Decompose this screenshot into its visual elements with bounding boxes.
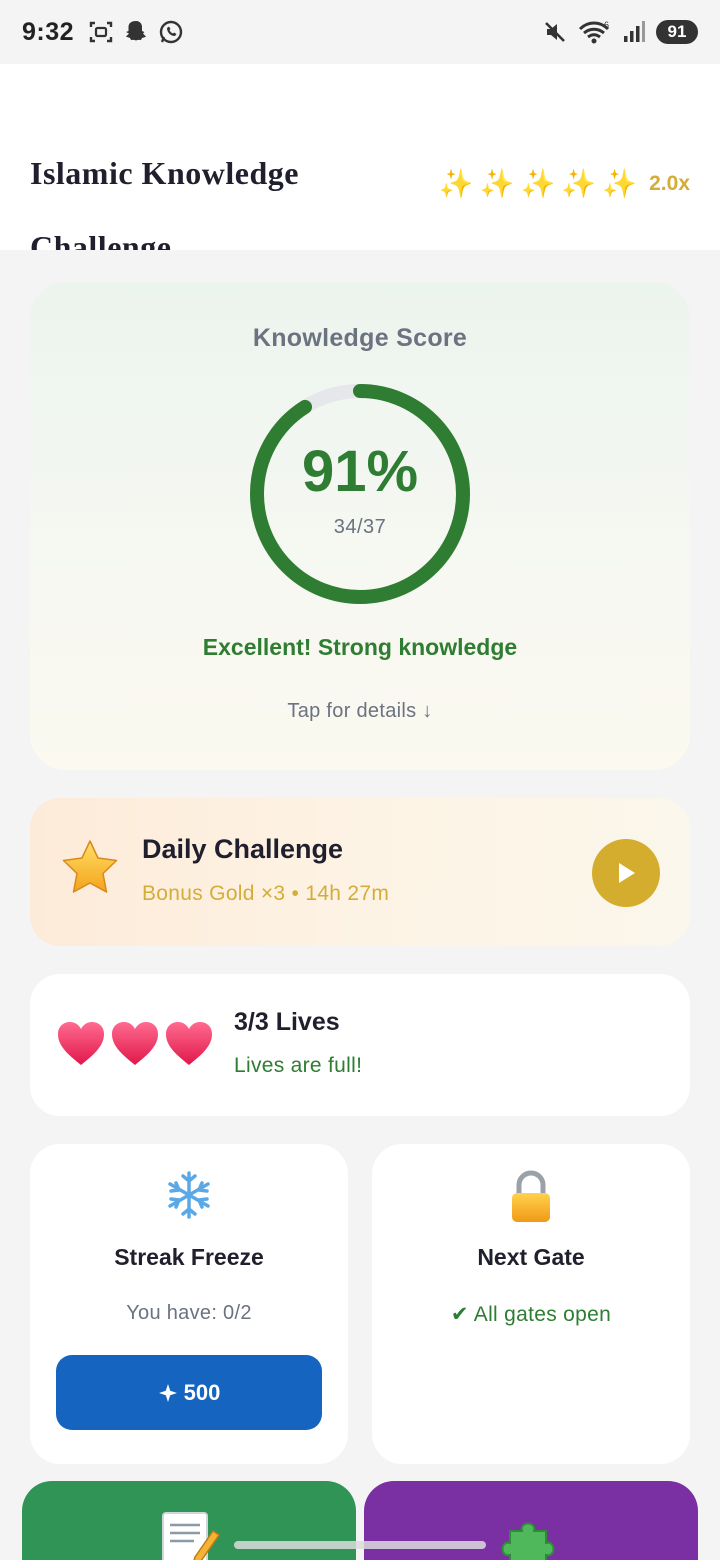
puzzle-icon: [501, 1522, 555, 1560]
multiplier-label: 2.0x: [649, 172, 690, 195]
daily-challenge-card[interactable]: Daily Challenge Bonus Gold ×3 • 14h 27m: [30, 798, 690, 946]
status-time: 9:32: [22, 17, 75, 46]
memo-icon: [162, 1512, 221, 1560]
play-icon: [619, 863, 635, 883]
buy-price: 500: [183, 1379, 221, 1405]
sparkle-star-icon: [158, 1383, 177, 1402]
sparkle-icon: ✨: [438, 168, 474, 199]
status-bar: 9:32 6 91: [0, 0, 720, 64]
wifi-icon: 6: [578, 20, 610, 44]
battery-indicator: 91: [656, 20, 698, 44]
sparkle-icon: ✨: [602, 168, 638, 199]
heart-icon: [112, 1022, 158, 1065]
hearts-row: [56, 1020, 214, 1068]
lives-status: Lives are full!: [234, 1054, 363, 1077]
score-percent: 91%: [301, 439, 419, 504]
snapchat-icon: [126, 21, 147, 41]
streak-freeze-card: Streak Freeze You have: 0/2 500: [30, 1144, 348, 1464]
streak-freeze-title: Streak Freeze: [114, 1244, 264, 1270]
snowflake-icon: [168, 1171, 210, 1219]
sparkle-icon: ✨: [520, 168, 556, 199]
daily-challenge-subtitle: Bonus Gold ×3 • 14h 27m: [142, 882, 390, 905]
streak-freeze-count: You have: 0/2: [126, 1302, 252, 1324]
page-title: Islamic Knowledge Challenge: [30, 155, 299, 250]
lives-count: 3/3 Lives: [234, 1008, 340, 1036]
whatsapp-icon: [159, 20, 183, 44]
lives-card: 3/3 Lives Lives are full!: [30, 974, 690, 1116]
xp-multiplier: ✨ ✨ ✨ ✨ ✨ 2.0x: [439, 170, 690, 198]
next-gate-title: Next Gate: [477, 1244, 585, 1270]
star-icon: [62, 840, 118, 893]
sparkle-icon: ✨: [479, 168, 515, 199]
lock-icon: [512, 1170, 550, 1222]
mute-icon: [545, 22, 565, 42]
network-label: 6: [604, 20, 609, 30]
next-gate-card: Next Gate ✔ All gates open: [372, 1144, 690, 1464]
knowledge-score-card[interactable]: Knowledge Score 91% 34/37 Excellent! Str…: [30, 282, 690, 770]
score-fraction: 34/37: [333, 516, 387, 538]
heart-icon: [166, 1022, 212, 1065]
heart-icon: [58, 1022, 104, 1065]
buy-streak-freeze-button[interactable]: 500: [56, 1355, 322, 1430]
score-message: Excellent! Strong knowledge: [202, 634, 518, 660]
score-heading: Knowledge Score: [252, 324, 468, 352]
signal-icon: [624, 21, 645, 42]
daily-challenge-title: Daily Challenge: [142, 834, 344, 864]
play-button[interactable]: [592, 839, 660, 907]
app-header: Islamic Knowledge Challenge ✨ ✨ ✨ ✨ ✨ 2.…: [0, 64, 720, 250]
next-gate-status: ✔ All gates open: [450, 1303, 612, 1326]
details-link[interactable]: Tap for details ↓: [30, 700, 690, 723]
sparkle-icon: ✨: [561, 168, 597, 199]
screenshot-icon: [89, 21, 113, 43]
home-indicator[interactable]: [234, 1541, 486, 1549]
